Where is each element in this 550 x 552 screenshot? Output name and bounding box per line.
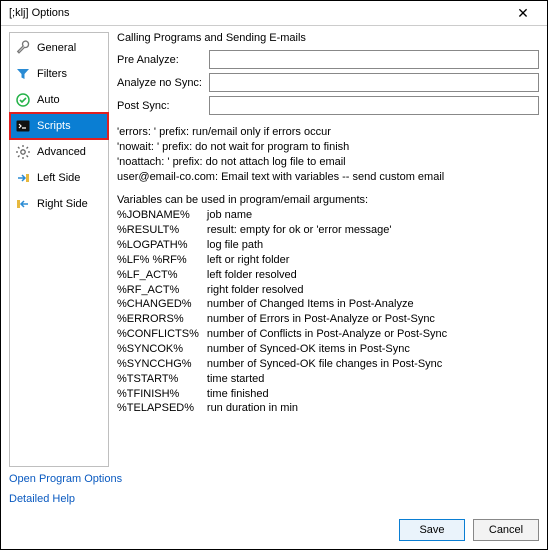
- section-title: Calling Programs and Sending E-mails: [117, 32, 539, 44]
- variable-row: %TSTART%time started: [117, 372, 455, 387]
- pre-analyze-label: Pre Analyze:: [117, 54, 209, 66]
- analyze-no-sync-label: Analyze no Sync:: [117, 77, 209, 89]
- variable-row: %CHANGED%number of Changed Items in Post…: [117, 297, 455, 312]
- variable-row: %LF% %RF%left or right folder: [117, 253, 455, 268]
- variable-row: %LOGPATH%log file path: [117, 238, 455, 253]
- variable-name: %RF_ACT%: [117, 283, 207, 298]
- variable-name: %ERRORS%: [117, 312, 207, 327]
- check-circle-icon: [15, 92, 31, 108]
- variable-row: %SYNCOK%number of Synced-OK items in Pos…: [117, 342, 455, 357]
- gear-icon: [15, 144, 31, 160]
- variable-row: %TELAPSED%run duration in min: [117, 401, 455, 416]
- sidebar-item-auto[interactable]: Auto: [10, 87, 108, 113]
- footer: Save Cancel: [9, 513, 539, 541]
- variable-row: %CONFLICTS%number of Conflicts in Post-A…: [117, 327, 455, 342]
- variable-name: %SYNCCHG%: [117, 357, 207, 372]
- help-text: 'errors: ' prefix: run/email only if err…: [117, 125, 539, 184]
- variable-desc: number of Synced-OK file changes in Post…: [207, 357, 455, 372]
- save-button[interactable]: Save: [399, 519, 465, 541]
- sidebar: General Filters Auto: [9, 32, 109, 467]
- analyze-no-sync-input[interactable]: [209, 73, 539, 92]
- variable-desc: number of Synced-OK items in Post-Sync: [207, 342, 455, 357]
- sidebar-item-label: Auto: [37, 94, 60, 106]
- sidebar-item-label: Right Side: [37, 198, 88, 210]
- variable-name: %TFINISH%: [117, 387, 207, 402]
- variable-desc: time started: [207, 372, 455, 387]
- help-line: 'errors: ' prefix: run/email only if err…: [117, 125, 539, 140]
- variable-desc: result: empty for ok or 'error message': [207, 223, 455, 238]
- sidebar-item-label: Filters: [37, 68, 67, 80]
- variable-name: %LF_ACT%: [117, 268, 207, 283]
- titlebar: [;klj] Options ✕: [1, 1, 547, 26]
- sidebar-item-label: Left Side: [37, 172, 80, 184]
- content-panel: Calling Programs and Sending E-mails Pre…: [117, 32, 539, 467]
- variable-desc: number of Changed Items in Post-Analyze: [207, 297, 455, 312]
- variable-name: %CONFLICTS%: [117, 327, 207, 342]
- variable-row: %TFINISH%time finished: [117, 387, 455, 402]
- variable-row: %SYNCCHG%number of Synced-OK file change…: [117, 357, 455, 372]
- help-line: 'nowait: ' prefix: do not wait for progr…: [117, 140, 539, 155]
- sidebar-item-general[interactable]: General: [10, 35, 108, 61]
- variable-desc: number of Errors in Post-Analyze or Post…: [207, 312, 455, 327]
- variables-table: %JOBNAME%job name%RESULT%result: empty f…: [117, 208, 455, 416]
- pre-analyze-input[interactable]: [209, 50, 539, 69]
- variable-name: %RESULT%: [117, 223, 207, 238]
- links-area: Open Program Options Detailed Help: [9, 473, 539, 513]
- variable-row: %RF_ACT%right folder resolved: [117, 283, 455, 298]
- sidebar-item-filters[interactable]: Filters: [10, 61, 108, 87]
- folder-arrow-left-icon: [15, 196, 31, 212]
- sidebar-item-label: Advanced: [37, 146, 86, 158]
- help-line: user@email-co.com: Email text with varia…: [117, 170, 539, 185]
- post-sync-input[interactable]: [209, 96, 539, 115]
- variable-desc: number of Conflicts in Post-Analyze or P…: [207, 327, 455, 342]
- sidebar-item-right-side[interactable]: Right Side: [10, 191, 108, 217]
- sidebar-item-left-side[interactable]: Left Side: [10, 165, 108, 191]
- variable-name: %LF% %RF%: [117, 253, 207, 268]
- variable-desc: time finished: [207, 387, 455, 402]
- options-window: [;klj] Options ✕ General Filters: [0, 0, 548, 550]
- post-sync-label: Post Sync:: [117, 100, 209, 112]
- variables-title: Variables can be used in program/email a…: [117, 194, 539, 206]
- variable-desc: log file path: [207, 238, 455, 253]
- funnel-icon: [15, 66, 31, 82]
- sidebar-item-scripts[interactable]: Scripts: [10, 113, 108, 139]
- variable-name: %TELAPSED%: [117, 401, 207, 416]
- variable-row: %RESULT%result: empty for ok or 'error m…: [117, 223, 455, 238]
- variable-name: %LOGPATH%: [117, 238, 207, 253]
- cancel-button[interactable]: Cancel: [473, 519, 539, 541]
- variable-desc: right folder resolved: [207, 283, 455, 298]
- variable-row: %ERRORS%number of Errors in Post-Analyze…: [117, 312, 455, 327]
- variable-desc: job name: [207, 208, 455, 223]
- terminal-icon: [15, 118, 31, 134]
- sidebar-item-label: General: [37, 42, 76, 54]
- help-line: 'noattach: ' prefix: do not attach log f…: [117, 155, 539, 170]
- variable-name: %SYNCOK%: [117, 342, 207, 357]
- variable-desc: left or right folder: [207, 253, 455, 268]
- arrow-right-folder-icon: [15, 170, 31, 186]
- variable-name: %JOBNAME%: [117, 208, 207, 223]
- sidebar-item-label: Scripts: [37, 120, 71, 132]
- open-program-options-link[interactable]: Open Program Options: [9, 473, 122, 485]
- window-title: [;klj] Options: [9, 7, 70, 19]
- close-button[interactable]: ✕: [505, 3, 541, 23]
- variable-name: %CHANGED%: [117, 297, 207, 312]
- variable-desc: run duration in min: [207, 401, 455, 416]
- variable-row: %LF_ACT%left folder resolved: [117, 268, 455, 283]
- sidebar-item-advanced[interactable]: Advanced: [10, 139, 108, 165]
- detailed-help-link[interactable]: Detailed Help: [9, 493, 75, 505]
- variable-name: %TSTART%: [117, 372, 207, 387]
- variable-row: %JOBNAME%job name: [117, 208, 455, 223]
- variable-desc: left folder resolved: [207, 268, 455, 283]
- wrench-icon: [15, 40, 31, 56]
